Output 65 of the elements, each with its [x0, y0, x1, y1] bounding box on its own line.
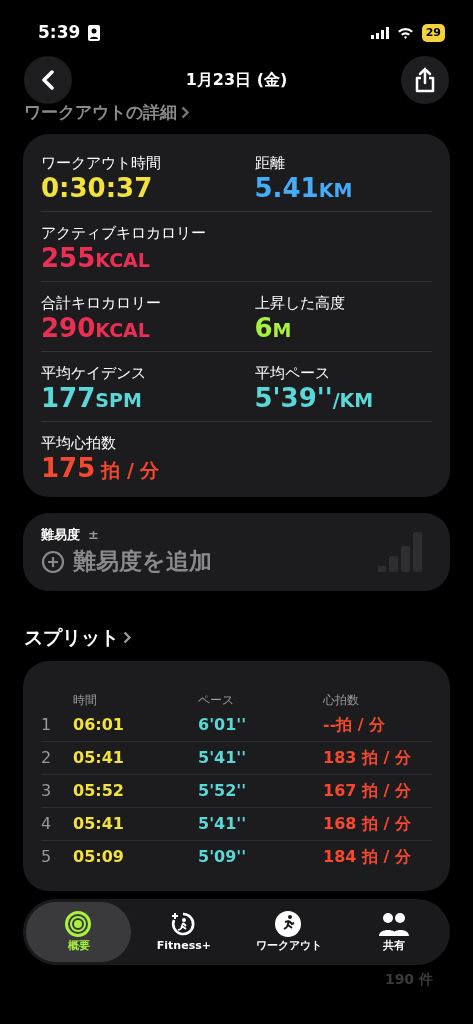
metric-label: 合計キロカロリー [41, 292, 162, 314]
section-heading[interactable]: スプリット [24, 622, 119, 652]
metric-value: 255KCAL [41, 244, 151, 273]
tab[interactable]: Fitness+ [131, 902, 237, 963]
wifi-icon [396, 27, 414, 39]
table-cell-text: 05:41 [73, 747, 125, 770]
tab[interactable]: 概要 [26, 902, 132, 963]
metric-label: 平均ケイデンス [41, 362, 147, 384]
metric-value: 177SPM [41, 384, 143, 413]
plus-minus-sign: ± [88, 525, 99, 544]
difficulty-label: 難易度 [41, 525, 80, 544]
table-cell-text: 06:01 [73, 714, 125, 737]
split-index: 4 [41, 813, 53, 836]
table-cell-text: 184 拍 / 分 [323, 846, 411, 869]
metric-value: 6M [254, 314, 293, 343]
table-cell-text: 5'52'' [198, 780, 248, 803]
metric-value: 175 拍 / 分 [41, 454, 161, 483]
table-cell-text: 168 拍 / 分 [323, 813, 411, 836]
table-cell-text: 05:41 [73, 813, 125, 836]
activity-rings-icon [63, 910, 94, 939]
difficulty-card[interactable]: 難易度 ± 難易度を追加 [23, 512, 450, 591]
page-title: 1月23日 (金) [184, 69, 289, 91]
table-cell-text: --拍 / 分 [323, 714, 386, 737]
table-cell-text: 05:52 [73, 780, 125, 803]
column-header: 心拍数 [323, 692, 359, 710]
status-time: 5:39 [38, 21, 81, 45]
back-icon [41, 70, 55, 90]
metric-label: 平均ペース [254, 362, 331, 384]
metric-value: 5.41KM [254, 174, 354, 203]
metric-value: 0:30:37 [41, 174, 154, 203]
table-cell-text: 167 拍 / 分 [323, 780, 411, 803]
metric-value: 5'39''/KM [254, 384, 375, 413]
add-circle-icon [41, 549, 65, 574]
metric-label: 平均心拍数 [41, 432, 117, 454]
back-button[interactable] [24, 56, 72, 104]
table-cell-text: 05:09 [73, 846, 125, 869]
signal-icon [370, 27, 389, 39]
column-header: 時間 [73, 692, 98, 710]
metric-label: 距離 [254, 152, 286, 174]
item-count: 190 件 [383, 970, 433, 990]
share-icon [414, 67, 436, 93]
chevron-icon [123, 630, 131, 644]
battery-level: 29 [421, 23, 445, 43]
id-card-icon [88, 25, 101, 41]
table-cell-text: 5'41'' [198, 813, 248, 836]
tab[interactable]: ワークアウト [236, 902, 342, 963]
table-cell-text: 183 拍 / 分 [323, 747, 411, 770]
split-index: 1 [41, 714, 53, 737]
table-cell-text: 6'01'' [198, 714, 248, 737]
split-index: 2 [41, 747, 53, 770]
metric-label: アクティブキロカロリー [41, 222, 207, 244]
section-heading[interactable]: ワークアウトの詳細 [24, 100, 177, 126]
chevron-icon [181, 106, 189, 120]
add-difficulty-label: 難易度を追加 [73, 547, 212, 577]
share-button[interactable] [401, 56, 449, 104]
metric-value: 290KCAL [41, 314, 151, 343]
tab[interactable]: 共有 [341, 902, 447, 963]
split-index: 5 [41, 846, 53, 869]
column-header: ペース [198, 692, 235, 710]
people-icon [379, 910, 410, 939]
split-index: 3 [41, 780, 53, 803]
table-cell-text: 5'09'' [198, 846, 248, 869]
table-cell-text: 5'41'' [198, 747, 248, 770]
metric-label: 上昇した高度 [254, 292, 346, 314]
metric-label: ワークアウト時間 [41, 152, 162, 174]
